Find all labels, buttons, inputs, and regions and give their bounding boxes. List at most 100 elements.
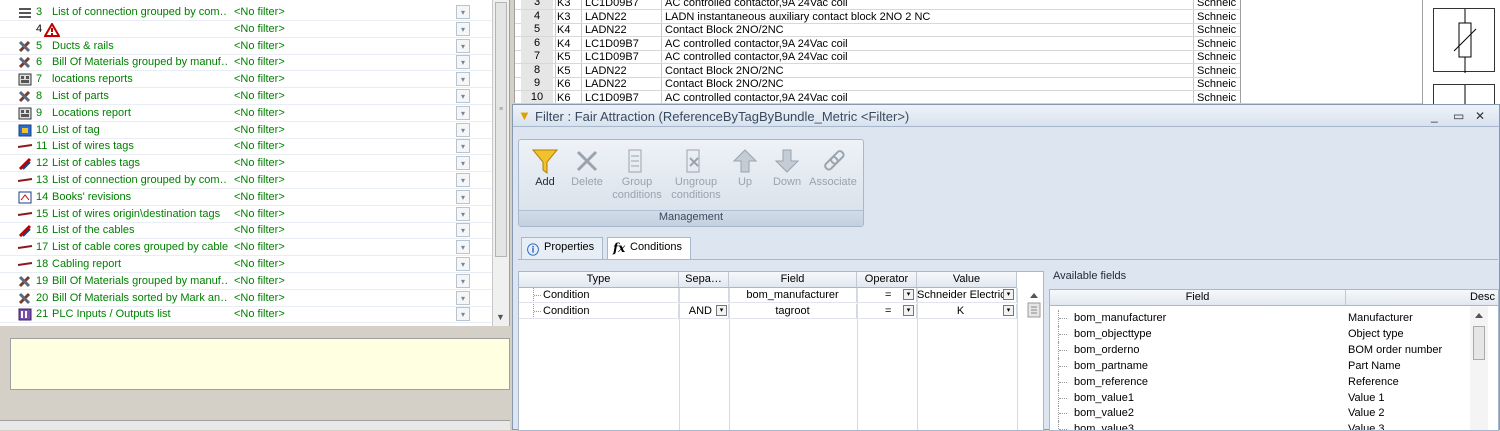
column-header-field[interactable]: Field: [1050, 290, 1346, 306]
filter-dropdown-button[interactable]: ▾: [456, 72, 470, 87]
filter-dropdown-button[interactable]: ▾: [456, 290, 470, 305]
filter-dropdown-button[interactable]: ▾: [456, 273, 470, 288]
report-filter-value: <No filter>: [234, 90, 285, 102]
delete-button[interactable]: Delete: [561, 146, 613, 208]
associate-button[interactable]: Associate: [807, 146, 859, 208]
separator-dropdown-button[interactable]: ▾: [716, 305, 727, 316]
report-number: 15: [36, 207, 49, 220]
operator-dropdown-button[interactable]: ▾: [903, 305, 914, 316]
available-field-row[interactable]: bom_objecttype Object type: [1050, 325, 1470, 342]
available-fields-scrollbar[interactable]: [1470, 306, 1488, 430]
part-description: AC controlled contactor,9A 24Vac coil: [665, 91, 848, 104]
condition-separator-cell[interactable]: AND ▾: [679, 304, 729, 319]
minimize-button[interactable]: _: [1431, 109, 1438, 123]
available-field-row[interactable]: bom_manufacturer Manufacturer: [1050, 310, 1470, 326]
filter-dropdown-button[interactable]: ▾: [456, 223, 470, 238]
report-list-scrollbar[interactable]: ≡ ▼: [492, 0, 509, 326]
scroll-down-icon[interactable]: ▼: [496, 312, 505, 322]
filter-dropdown-button[interactable]: ▾: [456, 38, 470, 53]
parts-row[interactable]: 10 K6 LC1D09B7 AC controlled contactor,9A 2…: [515, 90, 1240, 104]
report-row[interactable]: 15 List of wires origin\destination tags <…: [0, 206, 492, 223]
condition-separator-cell[interactable]: [679, 288, 729, 303]
report-row[interactable]: 11 List of wires tags <No filter> ▾: [0, 138, 492, 156]
column-header-value[interactable]: Value: [917, 272, 1017, 288]
report-name: List of connection grouped by com…: [52, 6, 228, 18]
ungroup-conditions-button[interactable]: Ungroup conditions: [667, 146, 725, 208]
report-row[interactable]: 13 List of connection grouped by com… <No …: [0, 172, 492, 189]
parts-row[interactable]: 4 K3 LADN22 LADN instantaneous auxiliary co…: [515, 9, 1240, 24]
filter-dropdown-button[interactable]: ▾: [456, 257, 470, 271]
report-row[interactable]: 18 Cabling report <No filter> ▾: [0, 256, 492, 273]
report-row[interactable]: 19 Bill Of Materials grouped by manuf… <No…: [0, 273, 492, 290]
wire-icon: [17, 174, 33, 187]
filter-window-titlebar[interactable]: ▼ Filter : Fair Attraction (ReferenceByT…: [513, 105, 1499, 127]
tab-conditions[interactable]: fx Conditions: [607, 237, 691, 260]
value-dropdown-button[interactable]: ▾: [1003, 289, 1014, 300]
filter-dropdown-button[interactable]: ▾: [456, 122, 470, 137]
condition-type-cell[interactable]: Condition: [519, 288, 679, 303]
report-row[interactable]: 12 List of cables tags <No filter> ▾: [0, 155, 492, 173]
report-row[interactable]: 17 List of cable cores grouped by cable <N…: [0, 239, 492, 257]
value-dropdown-button[interactable]: ▾: [1003, 305, 1014, 316]
condition-operator-cell[interactable]: = ▾: [857, 304, 917, 319]
condition-field-cell[interactable]: tagroot: [729, 304, 857, 319]
field-name: bom_objecttype: [1074, 327, 1152, 340]
column-header-operator[interactable]: Operator: [857, 272, 917, 288]
filter-dropdown-button[interactable]: ▾: [456, 89, 470, 103]
available-field-row[interactable]: bom_partname Part Name: [1050, 357, 1470, 374]
location-icon: [18, 73, 32, 86]
filter-dropdown-button[interactable]: ▾: [456, 307, 470, 322]
available-field-row[interactable]: bom_value1 Value 1: [1050, 389, 1470, 406]
filter-dropdown-button[interactable]: ▾: [456, 139, 470, 154]
available-field-row[interactable]: bom_orderno BOM order number: [1050, 341, 1470, 358]
report-row[interactable]: 5 Ducts & rails <No filter> ▾: [0, 38, 492, 55]
parts-row[interactable]: 6 K4 LC1D09B7 AC controlled contactor,9A 24…: [515, 36, 1240, 51]
report-row[interactable]: 4 <No filter> ▾: [0, 21, 492, 38]
variable-resistor-symbol[interactable]: [1433, 8, 1495, 73]
column-header-field[interactable]: Field: [729, 272, 857, 288]
report-row[interactable]: 20 Bill Of Materials sorted by Mark an… <N…: [0, 290, 492, 307]
operator-dropdown-button[interactable]: ▾: [903, 289, 914, 300]
parts-row[interactable]: 5 K4 LADN22 Contact Block 2NO/2NC Schneic: [515, 23, 1240, 37]
filter-dropdown-button[interactable]: ▾: [456, 55, 470, 70]
filter-dropdown-button[interactable]: ▾: [456, 206, 470, 221]
condition-value-cell[interactable]: Schneider Electric ▾: [917, 288, 1017, 303]
tab-properties[interactable]: ⓘ Properties: [521, 237, 604, 259]
filter-window-title: Filter : Fair Attraction (ReferenceByTag…: [535, 109, 910, 124]
condition-type-cell[interactable]: Condition: [519, 304, 679, 319]
filter-dropdown-button[interactable]: ▾: [456, 21, 470, 36]
report-row[interactable]: 10 List of tag <No filter> ▾: [0, 122, 492, 139]
filter-dropdown-button[interactable]: ▾: [456, 240, 470, 255]
down-button[interactable]: Down: [761, 146, 813, 208]
report-row[interactable]: 6 Bill Of Materials grouped by manuf… <No …: [0, 54, 492, 72]
column-header-type[interactable]: Type: [519, 272, 679, 288]
report-row[interactable]: 21 PLC Inputs / Outputs list <No filter> ▾: [0, 306, 492, 324]
group-conditions-button[interactable]: Group conditions: [609, 146, 665, 208]
report-row[interactable]: 9 Locations report <No filter> ▾: [0, 105, 492, 122]
filter-dropdown-button[interactable]: ▾: [456, 105, 470, 120]
report-filter-value: <No filter>: [234, 56, 285, 69]
column-header-separator[interactable]: Sepa…: [679, 272, 729, 288]
condition-value-cell[interactable]: K ▾: [917, 304, 1017, 319]
condition-field-cell[interactable]: bom_manufacturer: [729, 288, 857, 303]
report-row[interactable]: 3 List of connection grouped by com… <No f…: [0, 4, 492, 21]
available-field-row[interactable]: bom_reference Reference: [1050, 373, 1470, 390]
filter-dropdown-button[interactable]: ▾: [456, 5, 470, 19]
parts-row[interactable]: 8 K5 LADN22 Contact Block 2NO/2NC Schneic: [515, 63, 1240, 78]
close-button[interactable]: ✕: [1475, 109, 1485, 123]
parts-row[interactable]: 3 K3 LC1D09B7 AC controlled contactor,9A 24…: [515, 0, 1240, 10]
filter-dropdown-button[interactable]: ▾: [456, 189, 470, 204]
filter-dropdown-button[interactable]: ▾: [456, 156, 470, 171]
parts-row[interactable]: 9 K6 LADN22 Contact Block 2NO/2NC Schneic: [515, 77, 1240, 91]
report-row[interactable]: 14 Books' revisions <No filter> ▾: [0, 189, 492, 206]
available-field-row[interactable]: bom_value2 Value 2: [1050, 405, 1470, 422]
report-row[interactable]: 16 List of the cables <No filter> ▾: [0, 222, 492, 240]
maximize-button[interactable]: ▭: [1453, 109, 1464, 123]
column-header-description[interactable]: Desc: [1346, 290, 1498, 306]
condition-operator-cell[interactable]: = ▾: [857, 288, 917, 303]
filter-dropdown-button[interactable]: ▾: [456, 173, 470, 187]
report-row[interactable]: 7 locations reports <No filter> ▾: [0, 71, 492, 89]
conditions-scrollbar[interactable]: [1024, 288, 1044, 328]
report-row[interactable]: 8 List of parts <No filter> ▾: [0, 88, 492, 105]
parts-row[interactable]: 7 K5 LC1D09B7 AC controlled contactor,9A 24…: [515, 50, 1240, 64]
